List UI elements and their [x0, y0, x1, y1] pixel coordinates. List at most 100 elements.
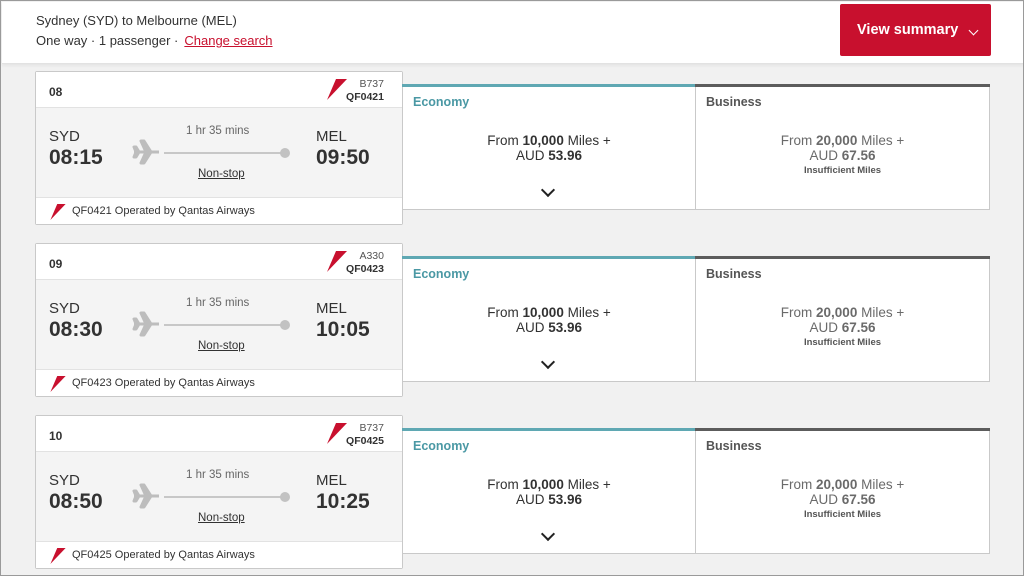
fare-prefix: From	[780, 477, 813, 492]
fare-miles-unit: Miles +	[861, 477, 905, 492]
flight-code: QF0421	[346, 91, 384, 103]
stops-link[interactable]: Non-stop	[198, 340, 245, 352]
fare-currency: AUD	[515, 492, 545, 507]
fare-amount: 67.56	[841, 320, 876, 335]
chevron-down-icon[interactable]	[540, 526, 556, 542]
view-summary-label: View summary	[857, 22, 959, 38]
flight-duration: 1 hr 35 mins	[186, 125, 250, 137]
flight-row: 08 B737 QF0421 SYD 08:15 1 hr 35 mins No…	[1, 71, 1023, 225]
fare-currency: AUD	[809, 148, 838, 163]
flight-row: 09 A330 QF0423 SYD 08:30 1 hr 35 mins No…	[1, 243, 1023, 397]
flight-index: 09	[49, 257, 63, 271]
flight-code: QF0423	[346, 263, 384, 275]
flight-card[interactable]: 10 B737 QF0425 SYD 08:50 1 hr 35 mins No…	[35, 415, 403, 569]
operated-by-bar: QF0421 Operated by Qantas Airways	[36, 197, 402, 224]
insufficient-miles-note: Insufficient Miles	[803, 337, 882, 348]
arrival-time: 10:25	[316, 490, 370, 513]
cabin-label: Economy	[413, 267, 470, 281]
cabin-accent-bar	[402, 428, 696, 431]
cabin-label: Business	[706, 95, 762, 109]
fare-miles-unit: Miles +	[567, 477, 611, 492]
flight-card-header: 09 A330 QF0423	[36, 244, 402, 280]
fare-prefix: From	[780, 305, 813, 320]
airplane-icon	[132, 139, 159, 165]
trip-info-text: One way · 1 passenger ·	[36, 33, 179, 48]
chevron-down-icon	[968, 25, 979, 36]
departure-time: 08:30	[49, 318, 103, 341]
chevron-down-icon[interactable]	[540, 182, 556, 198]
fare-miles: 10,000	[522, 133, 564, 148]
cabin-accent-bar	[695, 256, 990, 259]
fare-miles: 10,000	[522, 305, 564, 320]
economy-fare-option[interactable]: Economy From 10,000 Miles + AUD 53.96	[402, 84, 696, 210]
departure-time: 08:50	[49, 490, 103, 513]
departure-time: 08:15	[49, 146, 103, 169]
arrival-airport: MEL	[316, 300, 347, 317]
aircraft-type: B737	[359, 78, 384, 90]
fare-price: From 20,000 Miles + AUD 67.56	[696, 305, 989, 335]
operated-by-text: QF0421 Operated by Qantas Airways	[72, 205, 255, 217]
fare-miles-unit: Miles +	[567, 305, 611, 320]
change-search-link[interactable]: Change search	[184, 33, 272, 48]
qantas-logo-icon	[50, 376, 66, 392]
fare-amount: 67.56	[841, 492, 876, 507]
fare-price: From 10,000 Miles + AUD 53.96	[403, 305, 695, 335]
business-fare-option[interactable]: Business From 20,000 Miles + AUD 67.56 I…	[695, 428, 990, 554]
cabin-accent-bar	[695, 84, 990, 87]
cabin-label: Economy	[413, 439, 470, 453]
chevron-down-icon[interactable]	[540, 354, 556, 370]
business-fare-option[interactable]: Business From 20,000 Miles + AUD 67.56 I…	[695, 84, 990, 210]
fare-price: From 10,000 Miles + AUD 53.96	[403, 477, 695, 507]
fare-amount: 53.96	[548, 320, 583, 335]
page: Sydney (SYD) to Melbourne (MEL) One way …	[0, 0, 1024, 576]
fare-miles: 10,000	[522, 477, 564, 492]
route-line	[164, 152, 284, 154]
fare-prefix: From	[487, 305, 519, 320]
qantas-logo-icon	[50, 548, 66, 564]
airplane-icon	[132, 483, 159, 509]
stops-link[interactable]: Non-stop	[198, 512, 245, 524]
cabin-label: Business	[706, 267, 762, 281]
fare-price: From 10,000 Miles + AUD 53.96	[403, 133, 695, 163]
fare-currency: AUD	[809, 492, 838, 507]
aircraft-type: B737	[359, 422, 384, 434]
cabin-accent-bar	[402, 256, 696, 259]
route-line	[164, 496, 284, 498]
economy-fare-option[interactable]: Economy From 10,000 Miles + AUD 53.96	[402, 428, 696, 554]
fare-amount: 67.56	[841, 148, 876, 163]
arrival-airport: MEL	[316, 128, 347, 145]
operated-by-bar: QF0423 Operated by Qantas Airways	[36, 369, 402, 396]
fare-amount: 53.96	[548, 492, 583, 507]
business-fare-option[interactable]: Business From 20,000 Miles + AUD 67.56 I…	[695, 256, 990, 382]
flight-card[interactable]: 09 A330 QF0423 SYD 08:30 1 hr 35 mins No…	[35, 243, 403, 397]
fare-miles-unit: Miles +	[567, 133, 611, 148]
trip-info: One way · 1 passenger · Change search	[36, 33, 273, 48]
stops-link[interactable]: Non-stop	[198, 168, 245, 180]
flight-card-header: 10 B737 QF0425	[36, 416, 402, 452]
departure-airport: SYD	[49, 128, 80, 145]
destination-dot	[280, 492, 290, 502]
fare-miles: 20,000	[816, 133, 858, 148]
economy-fare-option[interactable]: Economy From 10,000 Miles + AUD 53.96	[402, 256, 696, 382]
cabin-accent-bar	[402, 84, 696, 87]
aircraft-type: A330	[359, 250, 384, 262]
view-summary-button[interactable]: View summary	[840, 4, 991, 56]
qantas-logo-icon	[327, 79, 347, 100]
fare-price: From 20,000 Miles + AUD 67.56	[696, 477, 989, 507]
flight-card[interactable]: 08 B737 QF0421 SYD 08:15 1 hr 35 mins No…	[35, 71, 403, 225]
qantas-logo-icon	[327, 251, 347, 272]
destination-dot	[280, 320, 290, 330]
insufficient-miles-note: Insufficient Miles	[803, 509, 882, 520]
airplane-icon	[132, 311, 159, 337]
flight-duration: 1 hr 35 mins	[186, 469, 250, 481]
arrival-time: 09:50	[316, 146, 370, 169]
operated-by-text: QF0425 Operated by Qantas Airways	[72, 549, 255, 561]
departure-airport: SYD	[49, 300, 80, 317]
qantas-logo-icon	[327, 423, 347, 444]
route-title: Sydney (SYD) to Melbourne (MEL)	[36, 13, 237, 28]
fare-miles-unit: Miles +	[861, 305, 905, 320]
fare-currency: AUD	[515, 320, 545, 335]
qantas-logo-icon	[50, 204, 66, 220]
operated-by-text: QF0423 Operated by Qantas Airways	[72, 377, 255, 389]
fare-miles-unit: Miles +	[861, 133, 905, 148]
